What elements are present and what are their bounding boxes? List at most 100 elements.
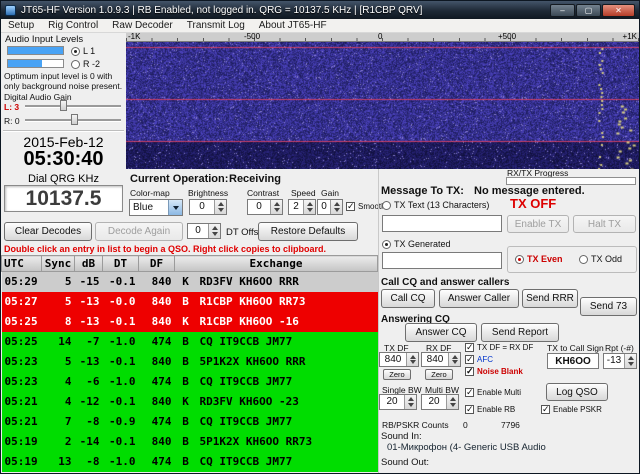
dt-cell: -0.1 bbox=[103, 312, 139, 332]
exchange-cell: RD3FV KH6OO RRR bbox=[197, 272, 378, 292]
table-row[interactable]: 05:2514-7-1.0474BCQ IT9CCB JM77 bbox=[2, 332, 378, 352]
dial-qrg-label: Dial QRG KHz bbox=[1, 173, 126, 185]
tx-text-radio[interactable]: TX Text (13 Characters) bbox=[382, 200, 489, 210]
spinner-arrows-icon[interactable] bbox=[406, 353, 418, 366]
contrast-spinner[interactable]: 0 bbox=[247, 199, 283, 215]
colormap-label: Color-map bbox=[130, 188, 170, 198]
tx-generated-radio[interactable]: TX Generated bbox=[382, 239, 451, 249]
clear-decodes-button[interactable]: Clear Decodes bbox=[4, 222, 92, 241]
utc-cell: 05:23 bbox=[2, 372, 42, 392]
close-button-icon[interactable]: ✕ bbox=[602, 4, 635, 17]
maximize-button-icon[interactable]: ▢ bbox=[576, 4, 601, 17]
left-level-meter bbox=[7, 46, 64, 55]
spinner-arrows-icon[interactable] bbox=[448, 353, 460, 366]
txdf-eq-rxdf-checkbox[interactable]: TX DF = RX DF bbox=[465, 343, 533, 352]
log-qso-button[interactable]: Log QSO bbox=[546, 383, 608, 401]
left-channel-radio[interactable]: L 1 bbox=[71, 46, 95, 56]
spinner-arrows-icon[interactable] bbox=[303, 200, 315, 214]
tx-text-label: TX Text (13 Characters) bbox=[394, 200, 489, 210]
title-bar[interactable]: JT65-HF Version 1.0.9.3 | RB Enabled, no… bbox=[1, 1, 639, 19]
spinner-arrows-icon[interactable] bbox=[208, 224, 220, 238]
table-row[interactable]: 05:235-13-0.1840B5P1K2X KH6OO RRR bbox=[2, 352, 378, 372]
halt-tx-button[interactable]: Halt TX bbox=[573, 215, 636, 233]
table-row[interactable]: 05:1913-8-1.0474BCQ IT9CCB JM77 bbox=[2, 452, 378, 472]
table-row[interactable]: 05:217-8-0.9474BCQ IT9CCB JM77 bbox=[2, 412, 378, 432]
menu-item-setup[interactable]: Setup bbox=[1, 19, 41, 32]
scale-label: 0 bbox=[378, 32, 382, 41]
answer-cq-button[interactable]: Answer CQ bbox=[405, 323, 477, 342]
right-channel-radio[interactable]: R -2 bbox=[71, 59, 100, 69]
enable-rb-checkbox[interactable]: Enable RB bbox=[465, 405, 515, 414]
utc-cell: 05:25 bbox=[2, 332, 42, 352]
rpt-spinner[interactable]: -13 bbox=[603, 353, 637, 369]
spinner-arrows-icon[interactable] bbox=[404, 395, 416, 409]
table-row[interactable]: 05:275-13-0.0840BR1CBP KH6OO RR73 bbox=[2, 292, 378, 312]
colormap-select[interactable]: Blue bbox=[129, 199, 183, 216]
restore-defaults-button[interactable]: Restore Defaults bbox=[258, 222, 358, 241]
tx-odd-radio[interactable]: TX Odd bbox=[579, 254, 622, 264]
tx-even-radio[interactable]: TX Even bbox=[515, 254, 563, 264]
rx-df-zero-button[interactable]: Zero bbox=[425, 369, 453, 380]
spinner-arrows-icon[interactable] bbox=[270, 200, 282, 214]
left-gain-slider[interactable] bbox=[25, 100, 121, 111]
tx-text-input[interactable] bbox=[382, 215, 502, 232]
sync-header: Sync bbox=[42, 256, 75, 272]
send-report-button[interactable]: Send Report bbox=[481, 323, 559, 342]
checkbox-icon bbox=[465, 355, 474, 364]
single-bw-spinner[interactable]: 20 bbox=[379, 394, 417, 410]
waterfall-canvas[interactable] bbox=[126, 42, 639, 169]
minimize-button-icon[interactable]: – bbox=[550, 4, 575, 17]
enable-pskr-checkbox[interactable]: Enable PSKR bbox=[541, 405, 602, 414]
message-to-tx-label: Message To TX: bbox=[381, 185, 464, 197]
sound-in-device[interactable]: 01-Микрофон (4- Generic USB Audio bbox=[387, 442, 546, 453]
send-rrr-button[interactable]: Send RRR bbox=[522, 289, 578, 308]
rx-df-spinner[interactable]: 840 bbox=[421, 352, 461, 367]
menu-item-transmit-log[interactable]: Transmit Log bbox=[180, 19, 252, 32]
brightness-spinner[interactable]: 0 bbox=[189, 199, 227, 215]
window-title: JT65-HF Version 1.0.9.3 | RB Enabled, no… bbox=[21, 5, 545, 16]
slider-thumb[interactable] bbox=[71, 114, 78, 125]
audio-input-levels-label: Audio Input Levels bbox=[5, 34, 83, 45]
left-channel-label: L 1 bbox=[83, 46, 95, 56]
tx-even-label: TX Even bbox=[527, 254, 563, 264]
tx-to-call-sign-input[interactable] bbox=[547, 353, 599, 369]
menu-item-rig-control[interactable]: Rig Control bbox=[41, 19, 105, 32]
tx-generated-input[interactable] bbox=[382, 252, 502, 269]
gain-value: 0 bbox=[318, 200, 330, 214]
menu-item-raw-decoder[interactable]: Raw Decoder bbox=[105, 19, 180, 32]
spinner-arrows-icon[interactable] bbox=[446, 395, 458, 409]
table-row[interactable]: 05:258-13-0.1840KR1CBP KH6OO -16 bbox=[2, 312, 378, 332]
send-73-button[interactable]: Send 73 bbox=[580, 297, 637, 316]
df-cell: 474 bbox=[139, 332, 175, 352]
gain-spinner[interactable]: 0 bbox=[317, 199, 343, 215]
spinner-arrows-icon[interactable] bbox=[624, 354, 636, 368]
dt-offset-spinner[interactable]: 0 bbox=[187, 223, 221, 239]
smooth-checkbox[interactable]: Smooth bbox=[346, 202, 386, 211]
answer-caller-button[interactable]: Answer Caller bbox=[439, 289, 519, 308]
spinner-arrows-icon[interactable] bbox=[214, 200, 226, 214]
enable-tx-button[interactable]: Enable TX bbox=[507, 215, 569, 233]
table-row[interactable]: 05:295-15-0.1840KRD3FV KH6OO RRR bbox=[2, 272, 378, 292]
tx-df-zero-button[interactable]: Zero bbox=[383, 369, 411, 380]
chevron-down-icon[interactable] bbox=[168, 200, 182, 215]
slider-thumb[interactable] bbox=[60, 100, 67, 111]
table-row[interactable]: 05:234-6-1.0474BCQ IT9CCB JM77 bbox=[2, 372, 378, 392]
noise-blank-checkbox[interactable]: Noise Blank bbox=[465, 367, 523, 376]
right-gain-slider[interactable] bbox=[25, 114, 121, 125]
sound-in-label: Sound In: bbox=[381, 431, 422, 442]
tx-df-spinner[interactable]: 840 bbox=[379, 352, 419, 367]
call-cq-button[interactable]: Call CQ bbox=[381, 289, 435, 308]
menu-item-about-jt65-hf[interactable]: About JT65-HF bbox=[252, 19, 334, 32]
decode-again-button[interactable]: Decode Again bbox=[95, 222, 183, 241]
sync-cell: 7 bbox=[42, 412, 75, 432]
afc-checkbox[interactable]: AFC bbox=[465, 355, 493, 364]
multi-bw-spinner[interactable]: 20 bbox=[421, 394, 459, 410]
spinner-arrows-icon[interactable] bbox=[330, 200, 342, 214]
speed-spinner[interactable]: 2 bbox=[288, 199, 316, 215]
table-row[interactable]: 05:214-12-0.1840KRD3FV KH6OO -23 bbox=[2, 392, 378, 412]
enable-rb-label: Enable RB bbox=[477, 405, 515, 414]
table-row[interactable]: 05:192-14-0.1840B5P1K2X KH6OO RR73 bbox=[2, 432, 378, 452]
utc-cell: 05:19 bbox=[2, 432, 42, 452]
enable-multi-checkbox[interactable]: Enable Multi bbox=[465, 388, 521, 397]
rb-pskr-counts-label: RB/PSKR Counts bbox=[382, 420, 449, 430]
